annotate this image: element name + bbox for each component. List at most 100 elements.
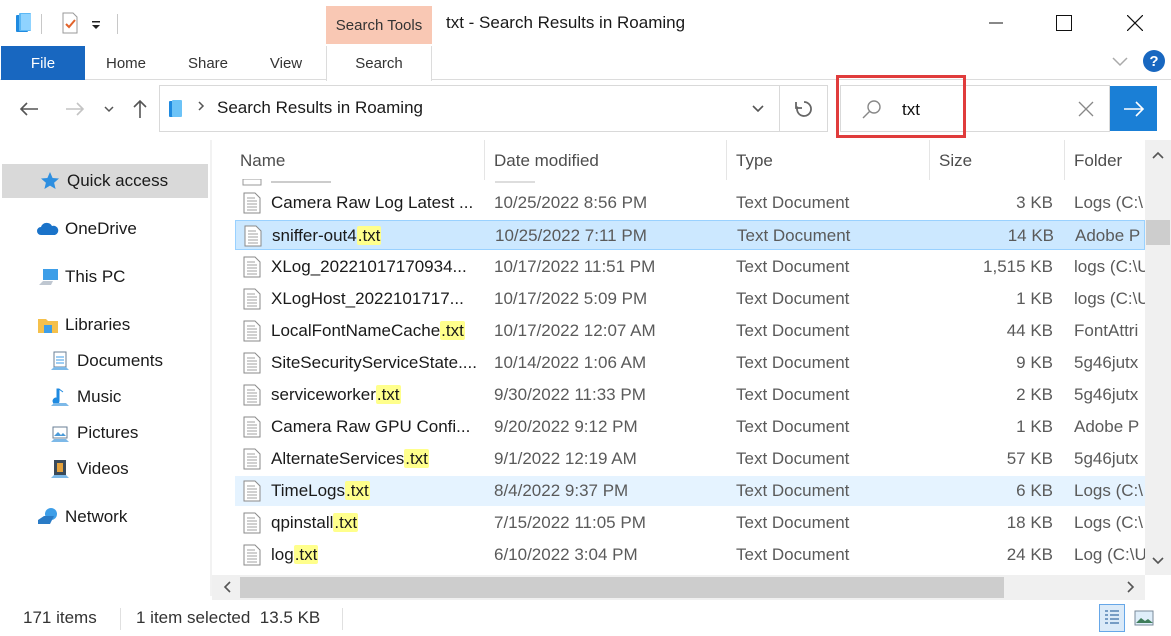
title-bar: Search Tools txt - Search Results in Roa… [0,0,1171,46]
search-results-location-icon [168,99,184,119]
scroll-down-button[interactable] [1148,551,1168,571]
address-bar[interactable]: Search Results in Roaming [159,85,780,132]
file-size: 24 KB [1006,545,1053,564]
tab-view[interactable]: View [256,46,316,80]
file-type: Text Document [736,417,850,436]
arrow-right-icon [1123,100,1144,117]
properties-icon[interactable] [61,12,79,34]
column-header-name[interactable]: Name [240,143,285,179]
search-go-button[interactable] [1110,86,1157,131]
sidebar-item-onedrive[interactable]: OneDrive [37,212,137,246]
file-row[interactable]: TimeLogs.txt 8/4/2022 9:37 PM Text Documen… [235,476,1145,506]
breadcrumb[interactable]: Search Results in Roaming [217,98,423,118]
qat-separator [117,14,118,34]
file-row[interactable]: sniffer-out4.txt 10/25/2022 7:11 PM Text D… [235,220,1145,250]
tab-share[interactable]: Share [175,46,241,80]
partial-row [230,176,1145,186]
search-input[interactable]: txt [902,100,920,120]
file-folder: 5g46jutx [1074,385,1139,404]
column-divider[interactable] [1064,140,1065,180]
status-divider [120,608,121,630]
sidebar-item-pictures[interactable]: Pictures [49,416,138,450]
file-name: log.txt [271,545,319,565]
search-match-highlight: .txt [404,449,429,468]
sidebar-item-quick-access[interactable]: Quick access [2,164,208,198]
file-type: Text Document [736,321,850,340]
column-divider[interactable] [484,140,485,180]
minimize-button[interactable] [973,0,1019,46]
vertical-scrollbar[interactable] [1145,140,1171,575]
horizontal-scroll-thumb[interactable] [240,577,1004,598]
sidebar-item-videos[interactable]: Videos [49,452,129,486]
file-folder: logs (C:\U [1074,289,1145,308]
sidebar-item-music[interactable]: Music [49,380,121,414]
column-divider[interactable] [726,140,727,180]
customize-qat-icon[interactable] [90,18,102,30]
scroll-left-button[interactable] [217,577,237,597]
file-folder: logs (C:\U [1074,257,1145,276]
expand-ribbon-icon[interactable] [1111,53,1129,69]
file-type: Text Document [736,257,850,276]
column-header-folder[interactable]: Folder [1074,143,1122,179]
file-row[interactable]: AlternateServices.txt 9/1/2022 12:19 AM Te… [235,444,1145,474]
file-name-base: LocalFontNameCache [271,321,441,340]
pane-divider[interactable] [210,140,212,596]
file-type: Text Document [736,449,850,468]
help-icon[interactable]: ? [1143,50,1165,72]
search-box[interactable]: txt [840,85,1110,132]
maximize-button[interactable] [1041,0,1087,46]
network-icon [37,506,59,528]
file-date-modified: 10/17/2022 5:09 PM [494,289,648,308]
search-icon [861,98,883,120]
file-row[interactable]: XLog_20221017170934... 10/17/2022 11:51 P… [235,252,1145,282]
forward-button[interactable] [62,96,88,122]
tab-home[interactable]: Home [92,46,160,80]
tab-search[interactable]: Search [326,46,432,81]
file-name: serviceworker.txt [271,385,401,405]
column-header-date-modified[interactable]: Date modified [494,143,599,179]
text-document-icon [243,384,261,406]
sidebar-item-documents[interactable]: Documents [49,344,163,378]
file-folder: Adobe P [1074,417,1140,436]
vertical-scroll-thumb[interactable] [1146,220,1170,245]
file-date-modified: 6/10/2022 3:04 PM [494,545,638,564]
chevron-left-icon [223,581,231,593]
file-name-base: log [271,545,294,564]
file-date-modified: 10/17/2022 11:51 PM [494,257,656,276]
file-name-base: TimeLogs [271,481,346,500]
chevron-up-icon [1152,151,1164,159]
scroll-up-button[interactable] [1148,145,1168,165]
clear-search-icon[interactable] [1077,100,1095,118]
up-button[interactable] [127,96,153,122]
navigation-pane: Quick access OneDrive This PC Libraries … [0,140,212,596]
close-button[interactable] [1112,0,1158,46]
large-icons-view-button[interactable] [1131,604,1157,632]
file-row[interactable]: serviceworker.txt 9/30/2022 11:33 PM Text … [235,380,1145,410]
search-tools-context-header: Search Tools [326,6,432,44]
sidebar-item-network[interactable]: Network [37,500,127,534]
recent-locations-button[interactable] [96,96,122,122]
file-row[interactable]: SiteSecurityServiceState.... 10/14/2022 1… [235,348,1145,378]
column-header-size[interactable]: Size [939,143,972,179]
scroll-right-button[interactable] [1121,577,1141,597]
file-row[interactable]: LocalFontNameCache.txt 10/17/2022 12:07 A… [235,316,1145,346]
file-folder: 5g46jutx [1074,353,1139,372]
file-size: 44 KB [1006,321,1053,340]
refresh-button[interactable] [780,85,828,132]
file-row[interactable]: qpinstall.txt 7/15/2022 11:05 PM Text Docu… [235,508,1145,538]
column-divider[interactable] [929,140,930,180]
documents-icon [49,350,71,372]
sidebar-item-libraries[interactable]: Libraries [37,308,130,342]
sidebar-item-label: Quick access [67,171,169,190]
column-header-type[interactable]: Type [736,143,773,179]
file-row[interactable]: XLogHost_2022101717... 10/17/2022 5:09 PM… [235,284,1145,314]
back-button[interactable] [16,96,42,122]
file-row[interactable]: Camera Raw Log Latest ... 10/25/2022 8:56… [235,188,1145,218]
cloud-icon [37,218,59,240]
tab-file[interactable]: File [1,46,85,80]
details-view-button[interactable] [1099,604,1125,632]
sidebar-item-this-pc[interactable]: This PC [37,260,125,294]
file-row[interactable]: Camera Raw GPU Confi... 9/20/2022 9:12 PM… [235,412,1145,442]
address-history-chevron-icon[interactable] [750,100,766,116]
file-row[interactable]: log.txt 6/10/2022 3:04 PM Text Document 24 … [235,540,1145,570]
